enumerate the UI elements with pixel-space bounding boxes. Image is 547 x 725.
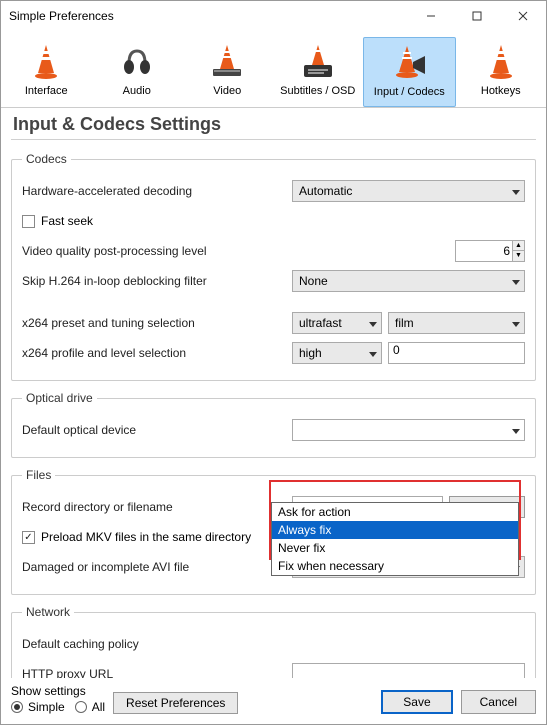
preferences-window: Simple Preferences Interface Audio Video… [0, 0, 547, 725]
tab-interface[interactable]: Interface [1, 37, 92, 107]
tab-label: Hotkeys [481, 85, 521, 97]
tab-label: Video [213, 85, 241, 97]
x264-tuning-combo[interactable]: film [388, 312, 525, 334]
show-all-radio[interactable]: All [75, 700, 105, 714]
titlebar: Simple Preferences [1, 1, 546, 31]
category-tabs: Interface Audio Video Subtitles / OSD In… [1, 31, 546, 108]
window-buttons [408, 1, 546, 31]
x264-preset-combo[interactable]: ultrafast [292, 312, 382, 334]
dod-label: Default optical device [22, 423, 292, 437]
x264-profile-combo[interactable]: high [292, 342, 382, 364]
x264pt-label: x264 preset and tuning selection [22, 316, 292, 330]
chevron-down-icon [369, 347, 377, 361]
checkbox-icon: ✓ [22, 531, 35, 544]
chevron-down-icon [369, 317, 377, 331]
vqpp-label: Video quality post-processing level [22, 244, 292, 258]
footer: Show settings Simple All Reset Preferenc… [1, 678, 546, 724]
tab-label: Subtitles / OSD [280, 85, 355, 97]
content-area: Codecs Hardware-accelerated decoding Aut… [1, 146, 546, 678]
proxy-input[interactable] [292, 663, 525, 678]
avi-dropdown-list: Ask for action Always fix Never fix Fix … [271, 502, 519, 576]
group-network: Network Default caching policy HTTP prox… [11, 605, 536, 678]
tab-label: Interface [25, 85, 68, 97]
group-legend: Codecs [22, 152, 71, 166]
maximize-button[interactable] [454, 1, 500, 31]
reset-button[interactable]: Reset Preferences [113, 692, 238, 714]
x264pl-label: x264 profile and level selection [22, 346, 292, 360]
tab-subtitles[interactable]: Subtitles / OSD [273, 37, 364, 107]
save-button[interactable]: Save [381, 690, 452, 714]
chevron-down-icon [512, 424, 520, 438]
fast-seek-checkbox[interactable]: Fast seek [22, 214, 93, 228]
tab-audio[interactable]: Audio [92, 37, 183, 107]
show-settings-group: Show settings Simple All [11, 684, 105, 714]
minimize-button[interactable] [408, 1, 454, 31]
show-settings-label: Show settings [11, 684, 105, 698]
hw-decode-label: Hardware-accelerated decoding [22, 184, 292, 198]
tab-label: Input / Codecs [374, 86, 445, 98]
group-codecs: Codecs Hardware-accelerated decoding Aut… [11, 152, 536, 381]
vqpp-spinner[interactable]: 6▲▼ [455, 240, 525, 262]
tab-hotkeys[interactable]: Hotkeys [456, 37, 547, 107]
skip-combo[interactable]: None [292, 270, 525, 292]
chevron-down-icon [512, 275, 520, 289]
caching-label: Default caching policy [22, 637, 292, 651]
preload-mkv-checkbox[interactable]: ✓Preload MKV files in the same directory [22, 530, 251, 544]
tab-video[interactable]: Video [182, 37, 273, 107]
checkbox-icon [22, 215, 35, 228]
group-legend: Network [22, 605, 74, 619]
proxy-label: HTTP proxy URL [22, 667, 292, 678]
avi-option[interactable]: Always fix [272, 521, 518, 539]
tab-label: Audio [123, 85, 151, 97]
avi-option[interactable]: Ask for action [272, 503, 518, 521]
dod-combo[interactable] [292, 419, 525, 441]
avi-label: Damaged or incomplete AVI file [22, 560, 292, 574]
close-button[interactable] [500, 1, 546, 31]
divider [11, 139, 536, 140]
spin-down-icon[interactable]: ▼ [512, 251, 524, 261]
skip-label: Skip H.264 in-loop deblocking filter [22, 274, 292, 288]
record-label: Record directory or filename [22, 500, 292, 514]
group-optical: Optical drive Default optical device [11, 391, 536, 458]
show-simple-radio[interactable]: Simple [11, 700, 65, 714]
window-title: Simple Preferences [9, 9, 408, 23]
avi-option[interactable]: Fix when necessary [272, 557, 518, 575]
chevron-down-icon [512, 317, 520, 331]
tab-input-codecs[interactable]: Input / Codecs [363, 37, 456, 107]
cancel-button[interactable]: Cancel [461, 690, 536, 714]
group-legend: Optical drive [22, 391, 97, 405]
spin-up-icon[interactable]: ▲ [512, 241, 524, 251]
hw-decode-combo[interactable]: Automatic [292, 180, 525, 202]
chevron-down-icon [512, 185, 520, 199]
page-heading: Input & Codecs Settings [1, 108, 546, 139]
avi-option[interactable]: Never fix [272, 539, 518, 557]
group-legend: Files [22, 468, 55, 482]
x264-level-input[interactable]: 0 [388, 342, 525, 364]
